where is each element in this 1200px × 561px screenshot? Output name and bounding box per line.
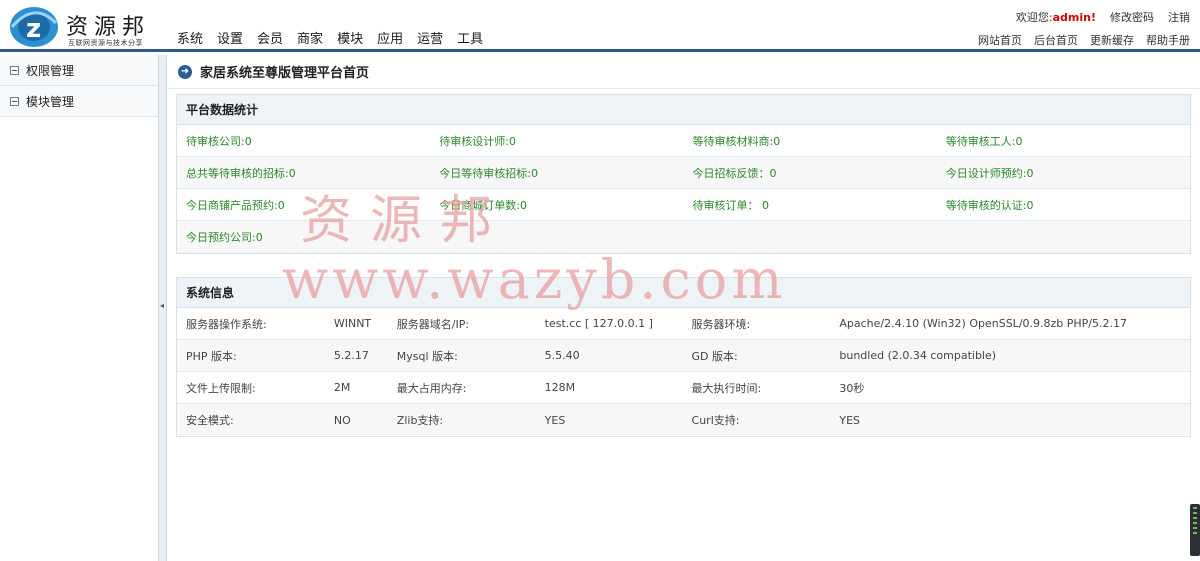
info-label: 最大占用内存:: [396, 381, 467, 395]
system-info-panel: 系统信息 服务器操作系统: WINNT 服务器域名/IP: test.cc [ …: [176, 277, 1191, 437]
info-label: 安全模式:: [186, 414, 234, 427]
change-password-link[interactable]: 修改密码: [1110, 9, 1154, 25]
stat-cell: 总共等待审核的招标:0: [186, 166, 296, 180]
nav-merchants[interactable]: 商家: [292, 28, 332, 47]
info-label: 最大执行时间:: [691, 381, 762, 395]
svg-text:z: z: [26, 14, 41, 44]
info-label: PHP 版本:: [186, 349, 237, 363]
collapse-icon: [10, 65, 19, 75]
info-label: 文件上传限制:: [186, 381, 256, 395]
info-label: Curl支持:: [691, 414, 740, 427]
info-label: 服务器操作系统:: [186, 317, 267, 331]
info-value: Apache/2.4.10 (Win32) OpenSSL/0.9.8zb PH…: [839, 317, 1127, 330]
page-title: 家居系统至尊版管理平台首页: [200, 66, 370, 81]
stats-panel-title: 平台数据统计: [177, 95, 1190, 125]
logo-subtitle: 互联网资源与技术分享: [68, 39, 143, 47]
stat-cell: 待审核设计师:0: [439, 134, 516, 148]
top-nav: 系统 设置 会员 商家 模块 应用 运营 工具: [172, 28, 492, 47]
stat-cell: 今日预约公司:0: [186, 231, 263, 244]
logo-title: 资源邦: [66, 15, 151, 40]
logout-link[interactable]: 注销: [1168, 9, 1190, 25]
stat-cell: 今日商铺产品预约:0: [186, 198, 285, 212]
sidebar-item-label: 模块管理: [26, 94, 75, 109]
info-value: YES: [544, 413, 566, 427]
help-manual-link[interactable]: 帮助手册: [1146, 32, 1190, 48]
info-value: 30秒: [839, 381, 865, 395]
info-value: 128M: [544, 381, 576, 394]
stat-cell: 等待审核工人:0: [945, 134, 1023, 148]
info-value: 2M: [333, 381, 351, 394]
nav-operations[interactable]: 运营: [412, 28, 452, 47]
info-label: Zlib支持:: [396, 414, 444, 427]
table-row: 今日商铺产品预约:0 今日商城订单数:0 待审核订单： 0 等待审核的认证:0: [177, 189, 1190, 221]
main-content: ➜ 家居系统至尊版管理平台首页 平台数据统计 待审核公司:0 待审核设计师:0 …: [168, 55, 1200, 561]
nav-system[interactable]: 系统: [172, 28, 212, 47]
nav-tools[interactable]: 工具: [452, 28, 492, 47]
stat-cell: 今日设计师预约:0: [945, 166, 1034, 180]
nav-modules[interactable]: 模块: [332, 28, 372, 47]
stat-cell: 今日等待审核招标:0: [439, 166, 538, 180]
welcome-label: 欢迎您:: [1015, 11, 1053, 24]
table-row: 待审核公司:0 待审核设计师:0 等待审核材料商:0 等待审核工人:0: [177, 125, 1190, 157]
stat-cell: 今日商城订单数:0: [439, 198, 527, 212]
nav-settings[interactable]: 设置: [212, 28, 252, 47]
user-bar: 欢迎您:admin! 修改密码 注销: [1016, 9, 1190, 25]
arrow-right-icon: ➜: [178, 64, 192, 79]
info-label: 服务器域名/IP:: [396, 317, 470, 331]
sidebar-item-permissions[interactable]: 权限管理: [0, 55, 158, 86]
info-value: test.cc [ 127.0.0.1 ]: [544, 317, 653, 330]
sidebar-item-label: 权限管理: [26, 63, 75, 78]
site-home-link[interactable]: 网站首页: [978, 32, 1022, 48]
info-label: Mysql 版本:: [396, 349, 458, 363]
table-row: 安全模式: NO Zlib支持: YES Curl支持: YES: [177, 404, 1190, 436]
sidebar-splitter[interactable]: ◂: [159, 55, 167, 561]
table-row: 文件上传限制: 2M 最大占用内存: 128M 最大执行时间: 30秒: [177, 372, 1190, 404]
logo[interactable]: z 资源邦 互联网资源与技术分享: [8, 5, 168, 49]
logo-icon: z: [10, 7, 58, 47]
welcome-text: 欢迎您:admin!: [1016, 9, 1096, 25]
collapse-arrow-icon[interactable]: ◂: [160, 301, 164, 310]
table-row: 今日预约公司:0: [177, 221, 1190, 253]
table-row: PHP 版本: 5.2.17 Mysql 版本: 5.5.40 GD 版本: b…: [177, 340, 1190, 372]
floating-widget[interactable]: [1190, 504, 1200, 556]
table-row: 总共等待审核的招标:0 今日等待审核招标:0 今日招标反馈：0 今日设计师预约:…: [177, 157, 1190, 189]
quick-links: 网站首页 后台首页 更新缓存 帮助手册: [978, 32, 1190, 48]
stat-cell: 等待审核材料商:0: [692, 134, 781, 148]
info-label: GD 版本:: [691, 349, 738, 363]
info-label: 服务器环境:: [691, 317, 751, 331]
collapse-icon: [10, 96, 19, 106]
nav-apps[interactable]: 应用: [372, 28, 412, 47]
info-value: YES: [839, 413, 861, 427]
system-info-title: 系统信息: [177, 278, 1190, 308]
sidebar: 权限管理 模块管理: [0, 55, 159, 561]
info-value: 5.5.40: [544, 349, 580, 362]
sidebar-item-modules[interactable]: 模块管理: [0, 86, 158, 117]
info-value: 5.2.17: [333, 349, 369, 362]
table-row: 服务器操作系统: WINNT 服务器域名/IP: test.cc [ 127.0…: [177, 308, 1190, 340]
refresh-cache-link[interactable]: 更新缓存: [1090, 32, 1134, 48]
page-title-bar: ➜ 家居系统至尊版管理平台首页: [168, 55, 1200, 89]
username: admin!: [1052, 11, 1096, 24]
stats-panel: 平台数据统计 待审核公司:0 待审核设计师:0 等待审核材料商:0 等待审核工人…: [176, 94, 1191, 254]
info-value: WINNT: [333, 317, 372, 330]
admin-home-link[interactable]: 后台首页: [1034, 32, 1078, 48]
info-value: bundled (2.0.34 compatible): [839, 349, 997, 362]
info-value: NO: [333, 413, 351, 427]
stat-cell: 待审核订单： 0: [692, 198, 770, 212]
nav-members[interactable]: 会员: [252, 28, 292, 47]
stat-cell: 今日招标反馈：0: [692, 166, 777, 180]
stat-cell: 待审核公司:0: [186, 134, 252, 148]
top-header: z 资源邦 互联网资源与技术分享 系统 设置 会员 商家 模块 应用 运营 工具…: [0, 0, 1200, 52]
stat-cell: 等待审核的认证:0: [945, 198, 1034, 212]
